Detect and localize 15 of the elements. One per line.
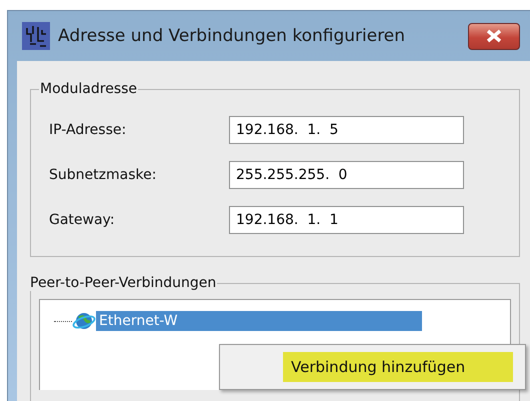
circuit-icon xyxy=(22,22,50,50)
input-field[interactable]: 192.168. 1. 1 xyxy=(229,206,464,234)
field-label: Subnetzmaske: xyxy=(49,166,158,182)
globe-icon xyxy=(72,310,96,332)
field-label: Gateway: xyxy=(49,212,116,228)
group-title: Moduladresse xyxy=(39,81,138,97)
close-icon xyxy=(485,29,503,43)
menu-item[interactable]: Verbindung hinzufügen xyxy=(283,352,513,382)
window-title: Adresse und Verbindungen konfigurieren xyxy=(58,26,406,46)
field-label: IP-Adresse: xyxy=(49,122,128,138)
group-title: Peer-to-Peer-Verbindungen xyxy=(29,275,218,291)
close-button[interactable] xyxy=(468,22,520,50)
input-field[interactable]: 255.255.255. 0 xyxy=(229,160,464,188)
tree-item[interactable]: Ethernet-W xyxy=(96,311,422,331)
input-field[interactable]: 192.168. 1. 5 xyxy=(229,116,464,144)
